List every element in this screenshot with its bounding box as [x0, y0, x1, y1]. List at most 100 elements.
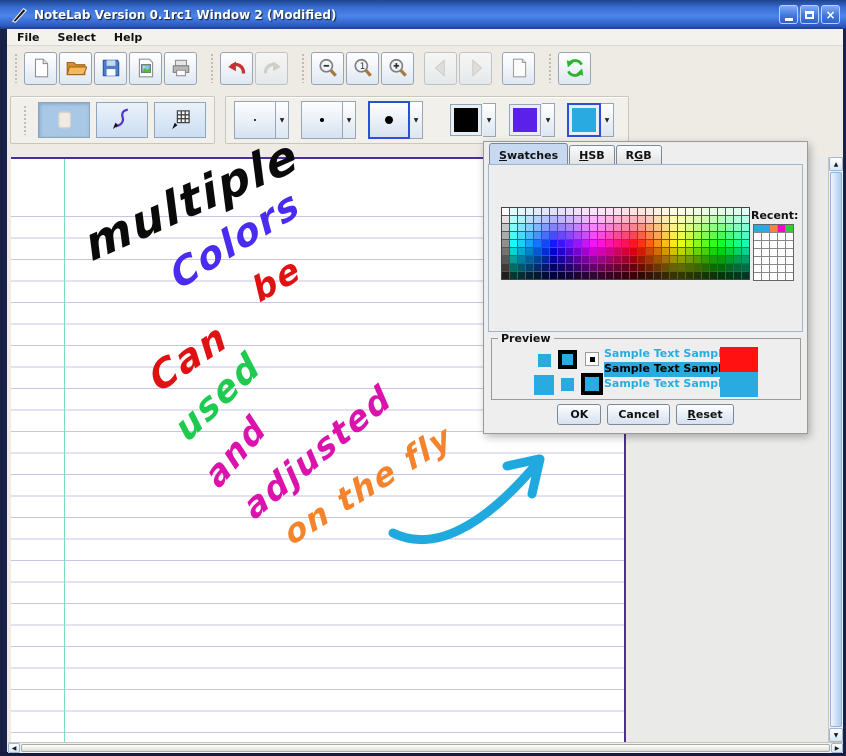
palette-swatch[interactable] [622, 248, 629, 255]
palette-swatch[interactable] [502, 256, 509, 263]
palette-swatch[interactable] [518, 240, 525, 247]
recent-swatch[interactable] [754, 225, 761, 232]
palette-swatch[interactable] [590, 232, 597, 239]
palette-swatch[interactable] [686, 248, 693, 255]
palette-swatch[interactable] [662, 256, 669, 263]
palette-swatch[interactable] [574, 224, 581, 231]
close-button[interactable]: × [821, 5, 840, 24]
palette-swatch[interactable] [670, 208, 677, 215]
palette-swatch[interactable] [526, 232, 533, 239]
palette-swatch[interactable] [614, 256, 621, 263]
recent-swatch[interactable] [762, 225, 769, 232]
palette-swatch[interactable] [734, 264, 741, 271]
palette-swatch[interactable] [590, 240, 597, 247]
palette-swatch[interactable] [558, 272, 565, 279]
palette-swatch[interactable] [710, 208, 717, 215]
palette-swatch[interactable] [622, 256, 629, 263]
recent-swatch[interactable] [754, 273, 761, 280]
palette-swatch[interactable] [686, 208, 693, 215]
scroll-down-button[interactable]: ▼ [829, 728, 843, 742]
palette-swatch[interactable] [694, 272, 701, 279]
palette-swatch[interactable] [518, 224, 525, 231]
palette-swatch[interactable] [702, 256, 709, 263]
recent-swatch[interactable] [786, 241, 793, 248]
palette-swatch[interactable] [702, 216, 709, 223]
recent-swatch[interactable] [754, 249, 761, 256]
palette-swatch[interactable] [742, 224, 749, 231]
palette-swatch[interactable] [542, 264, 549, 271]
palette-swatch[interactable] [582, 256, 589, 263]
recent-swatch[interactable] [778, 241, 785, 248]
toolbar-grip[interactable] [548, 53, 553, 83]
palette-swatch[interactable] [702, 240, 709, 247]
palette-swatch[interactable] [638, 248, 645, 255]
palette-swatch[interactable] [550, 256, 557, 263]
palette-swatch[interactable] [574, 272, 581, 279]
palette-swatch[interactable] [542, 248, 549, 255]
palette-swatch[interactable] [606, 240, 613, 247]
palette-swatch[interactable] [718, 208, 725, 215]
palette-swatch[interactable] [510, 256, 517, 263]
palette-swatch[interactable] [726, 272, 733, 279]
palette-swatch[interactable] [518, 264, 525, 271]
palette-swatch[interactable] [710, 216, 717, 223]
palette-swatch[interactable] [534, 216, 541, 223]
open-file-button[interactable] [59, 52, 92, 85]
palette-swatch[interactable] [542, 240, 549, 247]
palette-swatch[interactable] [510, 216, 517, 223]
palette-swatch[interactable] [742, 256, 749, 263]
palette-swatch[interactable] [510, 248, 517, 255]
palette-swatch[interactable] [550, 224, 557, 231]
palette-swatch[interactable] [702, 248, 709, 255]
palette-swatch[interactable] [614, 232, 621, 239]
palette-swatch[interactable] [598, 216, 605, 223]
palette-swatch[interactable] [542, 208, 549, 215]
palette-swatch[interactable] [686, 232, 693, 239]
palette-swatch[interactable] [590, 208, 597, 215]
palette-swatch[interactable] [534, 264, 541, 271]
palette-swatch[interactable] [734, 208, 741, 215]
palette-swatch[interactable] [726, 240, 733, 247]
recent-swatch[interactable] [778, 265, 785, 272]
recent-swatch[interactable] [770, 225, 777, 232]
palette-swatch[interactable] [614, 240, 621, 247]
palette-swatch[interactable] [534, 224, 541, 231]
palette-swatch[interactable] [510, 264, 517, 271]
reset-button[interactable]: Reset [676, 404, 733, 425]
toolbar-grip[interactable] [210, 53, 215, 83]
palette-swatch[interactable] [606, 232, 613, 239]
palette-swatch[interactable] [534, 208, 541, 215]
palette-swatch[interactable] [542, 224, 549, 231]
pen-color-1-button[interactable] [451, 105, 481, 135]
palette-swatch[interactable] [558, 232, 565, 239]
horizontal-scroll-thumb[interactable] [21, 744, 830, 752]
page-button[interactable] [502, 52, 535, 85]
palette-swatch[interactable] [726, 224, 733, 231]
palette-swatch[interactable] [694, 224, 701, 231]
palette-swatch[interactable] [654, 272, 661, 279]
palette-swatch[interactable] [734, 256, 741, 263]
palette-swatch[interactable] [518, 272, 525, 279]
palette-swatch[interactable] [630, 248, 637, 255]
palette-swatch[interactable] [718, 256, 725, 263]
palette-swatch[interactable] [638, 232, 645, 239]
palette-swatch[interactable] [638, 240, 645, 247]
pen-size-large-button[interactable] [368, 101, 410, 139]
palette-swatch[interactable] [574, 248, 581, 255]
recent-swatch[interactable] [786, 225, 793, 232]
palette-swatch[interactable] [558, 208, 565, 215]
palette-swatch[interactable] [542, 232, 549, 239]
palette-swatch[interactable] [646, 232, 653, 239]
palette-swatch[interactable] [518, 256, 525, 263]
palette-swatch[interactable] [606, 208, 613, 215]
palette-swatch[interactable] [654, 232, 661, 239]
palette-swatch[interactable] [646, 272, 653, 279]
palette-swatch[interactable] [574, 264, 581, 271]
palette-swatch[interactable] [694, 208, 701, 215]
palette-swatch[interactable] [590, 224, 597, 231]
palette-swatch[interactable] [582, 264, 589, 271]
palette-swatch[interactable] [710, 232, 717, 239]
palette-swatch[interactable] [646, 264, 653, 271]
palette-swatch[interactable] [526, 216, 533, 223]
palette-swatch[interactable] [550, 248, 557, 255]
